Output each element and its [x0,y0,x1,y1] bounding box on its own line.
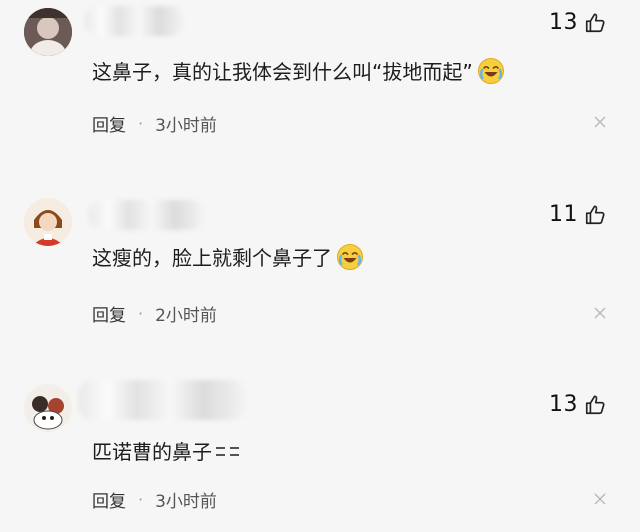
crying-laughing-emoji [477,57,504,84]
like-count: 11 [549,202,578,227]
username-blurred[interactable] [88,200,204,230]
separator-dot: · [138,490,144,509]
comment-item: 13 这鼻子，真的让我体会到什么叫“拔地而起” 回复 · 3小时前 [0,0,640,170]
like-button[interactable]: 13 [549,392,606,417]
avatar[interactable] [24,384,72,432]
reply-button[interactable]: 回复 [92,301,126,326]
thumbs-up-icon [585,394,605,414]
avatar[interactable] [24,8,72,56]
comment-item: 13 匹诺曹的鼻子 回复 · 3小时前 [0,376,640,532]
comment-meta: 回复 · 3小时前 [92,111,217,136]
separator-dot: · [138,114,144,133]
comment-text-content: 这鼻子，真的让我体会到什么叫“拔地而起” [92,60,473,84]
comment-text-content: 匹诺曹的鼻子 [92,440,212,464]
crying-laughing-emoji [337,243,363,270]
comment-meta: 回复 · 3小时前 [92,487,217,512]
comment-item: 11 这瘦的，脸上就剩个鼻子了 回复 · 2小时前 [0,190,640,350]
username-blurred[interactable] [84,6,184,36]
thumbs-up-icon [585,12,605,32]
reply-button[interactable]: 回复 [92,487,126,512]
comment-text: 这鼻子，真的让我体会到什么叫“拔地而起” [92,56,505,85]
like-button[interactable]: 11 [549,202,606,227]
timestamp: 2小时前 [155,306,217,326]
comment-meta: 回复 · 2小时前 [92,301,217,326]
avatar[interactable] [24,198,72,246]
timestamp: 3小时前 [155,116,217,136]
close-icon[interactable] [594,493,606,505]
timestamp: 3小时前 [155,492,217,512]
close-icon[interactable] [594,116,606,128]
avatar-image [24,198,72,246]
reply-button[interactable]: 回复 [92,111,126,136]
thumbs-up-icon [585,204,605,224]
avatar-image [24,384,72,432]
like-count: 13 [549,392,578,417]
separator-dot: · [138,304,144,323]
close-icon[interactable] [594,307,606,319]
equals-glyph-icon [216,446,239,456]
like-button[interactable]: 13 [549,10,606,35]
comment-text-content: 这瘦的，脸上就剩个鼻子了 [92,246,332,270]
username-blurred[interactable] [78,380,246,420]
comment-text: 这瘦的，脸上就剩个鼻子了 [92,242,364,271]
comment-text: 匹诺曹的鼻子 [92,436,242,465]
avatar-image [24,8,72,56]
like-count: 13 [549,10,578,35]
